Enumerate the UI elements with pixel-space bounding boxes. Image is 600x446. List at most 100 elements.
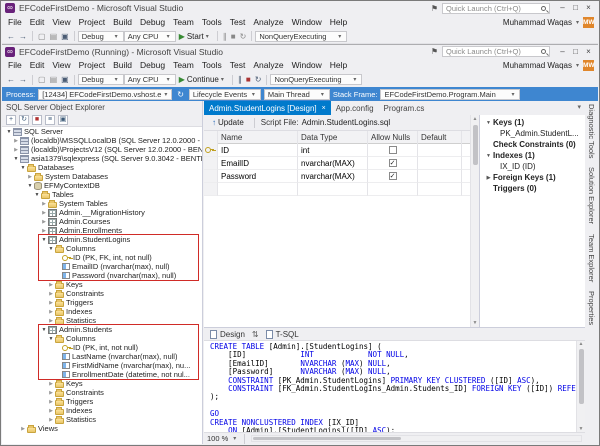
close-icon[interactable]: × — [322, 105, 326, 112]
expand-icon[interactable]: ▶ — [47, 318, 55, 324]
signed-in-user[interactable]: Muhammad Waqas — [503, 61, 572, 70]
row-selector-cell[interactable] — [204, 170, 218, 183]
lifecycle-events-dropdown[interactable]: Lifecycle Events ▾ — [189, 89, 261, 100]
expand-icon[interactable]: ▼ — [47, 246, 55, 252]
menu-item-window[interactable]: Window — [288, 60, 326, 70]
context-item-foreign-keys-1[interactable]: ▶Foreign Keys (1) — [480, 172, 585, 183]
menu-item-build[interactable]: Build — [109, 60, 136, 70]
solution-platform-dropdown[interactable]: Any CPU ▾ — [124, 74, 176, 85]
menu-item-help[interactable]: Help — [326, 60, 351, 70]
expand-icon[interactable]: ▶ — [12, 138, 20, 144]
restart-icon[interactable]: ↻ — [255, 75, 262, 84]
side-tab-diagnostic-tools[interactable]: Diagnostic Tools — [587, 104, 596, 158]
menu-item-tools[interactable]: Tools — [198, 60, 226, 70]
menu-item-test[interactable]: Test — [226, 17, 250, 27]
tree-item-columns[interactable]: ▼Columns — [2, 244, 202, 253]
horizontal-scrollbar[interactable] — [251, 435, 582, 442]
grid-row[interactable]: Passwordnvarchar(MAX)✓ — [204, 170, 470, 183]
row-selector-cell[interactable] — [204, 157, 218, 170]
scrollbar-thumb[interactable] — [473, 125, 478, 165]
expand-icon[interactable]: ▶ — [40, 219, 48, 225]
expand-icon[interactable]: ▼ — [40, 237, 48, 243]
restart-icon[interactable]: ↻ — [240, 32, 247, 41]
refresh-icon[interactable]: ↻ — [19, 115, 29, 125]
swap-panes-icon[interactable]: ⇅ — [252, 330, 259, 339]
quick-launch-input[interactable]: Quick Launch (Ctrl+Q) — [442, 3, 550, 14]
side-tab-team-explorer[interactable]: Team Explorer — [587, 234, 596, 282]
allow-nulls-cell[interactable]: ✓ — [368, 157, 418, 170]
tree-item-id-pk-fk-int-not-null[interactable]: ID (PK, FK, int, not null) — [2, 253, 202, 262]
explorer-pane-header[interactable]: SQL Server Object Explorer — [2, 101, 202, 114]
tree-item-indexes[interactable]: ▶Indexes — [2, 406, 202, 415]
context-item-pk-admin-studentl[interactable]: PK_Admin.StudentL... — [480, 128, 585, 139]
scroll-down-icon[interactable]: ▼ — [473, 319, 478, 327]
tsql-editor[interactable]: CREATE TABLE [Admin].[StudentLogins] ( [… — [204, 341, 585, 432]
scrollbar-thumb[interactable] — [253, 437, 401, 440]
column-header-allow-nulls[interactable]: Allow Nulls — [368, 131, 418, 144]
context-item-keys-1[interactable]: ▼Keys (1) — [480, 117, 585, 128]
tree-item-lastname-nvarchar-max-null[interactable]: LastName (nvarchar(max), null) — [2, 352, 202, 361]
close-button[interactable]: × — [582, 46, 595, 58]
expand-icon[interactable]: ▶ — [47, 417, 55, 423]
design-tab[interactable]: Design — [207, 329, 248, 340]
expand-icon[interactable]: ▶ — [47, 282, 55, 288]
name-cell[interactable]: Password — [218, 170, 298, 183]
data-type-cell[interactable]: int — [298, 144, 368, 157]
allow-nulls-checkbox[interactable]: ✓ — [389, 159, 397, 167]
menu-item-file[interactable]: File — [4, 60, 26, 70]
filter-icon[interactable]: ≡ — [45, 115, 55, 125]
tree-item-admin-students[interactable]: ▼Admin.Students — [2, 325, 202, 334]
expand-icon[interactable]: ▶ — [484, 175, 493, 181]
allow-nulls-cell[interactable]: ✓ — [368, 170, 418, 183]
debug-event-dropdown[interactable]: NonQueryExecuting ▾ — [270, 74, 362, 85]
solution-configuration-dropdown[interactable]: Debug ▾ — [78, 31, 124, 42]
menu-item-analyze[interactable]: Analyze — [249, 17, 287, 27]
navigate-forward-icon[interactable]: → — [19, 32, 27, 41]
quick-launch-input[interactable]: Quick Launch (Ctrl+Q) — [442, 46, 550, 57]
tree-item-localdb-projectsv12-sql-server-12-0-2000-bentley[interactable]: ▶(localdb)\ProjectsV12 (SQL Server 12.0.… — [2, 145, 202, 154]
document-tab-program-cs[interactable]: Program.cs — [379, 101, 430, 115]
expand-icon[interactable]: ▼ — [484, 153, 493, 159]
allow-nulls-cell[interactable] — [368, 144, 418, 157]
grid-new-row[interactable] — [204, 183, 470, 196]
grid-row[interactable]: EmailIDnvarchar(MAX)✓ — [204, 157, 470, 170]
pause-icon[interactable]: ∥ — [223, 32, 227, 41]
start-debugging-button[interactable]: ▶ Start ▾ — [176, 30, 214, 42]
menu-item-file[interactable]: File — [4, 17, 26, 27]
column-header-data-type[interactable]: Data Type — [298, 131, 368, 144]
zoom-chevron-icon[interactable]: ▾ — [233, 435, 236, 442]
document-tab-admin-studentlogins-design[interactable]: Admin.StudentLogins [Design]× — [204, 101, 331, 115]
document-tab-app-config[interactable]: App.config — [331, 101, 379, 115]
thread-dropdown[interactable]: Main Thread ▾ — [264, 89, 330, 100]
tree-item-keys[interactable]: ▶Keys — [2, 379, 202, 388]
tree-item-emailid-nvarchar-max-null[interactable]: EmailID (nvarchar(max), null) — [2, 262, 202, 271]
stack-frame-dropdown[interactable]: EFCodeFirstDemo.Program.Main ▾ — [380, 89, 520, 100]
tree-item-id-pk-int-not-null[interactable]: ID (PK, int, not null) — [2, 343, 202, 352]
new-file-icon[interactable]: ▢ — [38, 32, 46, 41]
expand-icon[interactable]: ▶ — [47, 399, 55, 405]
tree-item-localdb-mssqllocaldb-sql-server-12-0-2000-bent[interactable]: ▶(localdb)\MSSQLLocalDB (SQL Server 12.0… — [2, 136, 202, 145]
expand-icon[interactable]: ▼ — [26, 183, 34, 189]
navigate-forward-icon[interactable]: → — [19, 75, 27, 84]
user-chevron-icon[interactable]: ▾ — [576, 19, 579, 26]
tree-item-statistics[interactable]: ▶Statistics — [2, 316, 202, 325]
minimize-button[interactable]: – — [556, 46, 569, 58]
code-line[interactable]: ); — [210, 393, 574, 401]
code-line[interactable]: CONSTRAINT [FK_Admin.StudentLogIns_Admin… — [210, 385, 574, 393]
expand-icon[interactable]: ▶ — [40, 228, 48, 234]
expand-icon[interactable]: ▼ — [19, 165, 27, 171]
user-chevron-icon[interactable]: ▾ — [576, 62, 579, 69]
column-header-default[interactable]: Default — [418, 131, 462, 144]
menu-item-debug[interactable]: Debug — [136, 60, 169, 70]
expand-icon[interactable]: ▶ — [47, 381, 55, 387]
allow-nulls-checkbox[interactable] — [389, 146, 397, 154]
expand-icon[interactable]: ▶ — [47, 309, 55, 315]
expand-icon[interactable]: ▶ — [40, 201, 48, 207]
pause-icon[interactable]: ∥ — [238, 75, 242, 84]
data-type-cell[interactable]: nvarchar(MAX) — [298, 157, 368, 170]
default-cell[interactable] — [418, 170, 462, 183]
maximize-button[interactable]: □ — [569, 2, 582, 14]
tree-item-keys[interactable]: ▶Keys — [2, 280, 202, 289]
minimize-button[interactable]: – — [556, 2, 569, 14]
tree-item-tables[interactable]: ▼Tables — [2, 190, 202, 199]
